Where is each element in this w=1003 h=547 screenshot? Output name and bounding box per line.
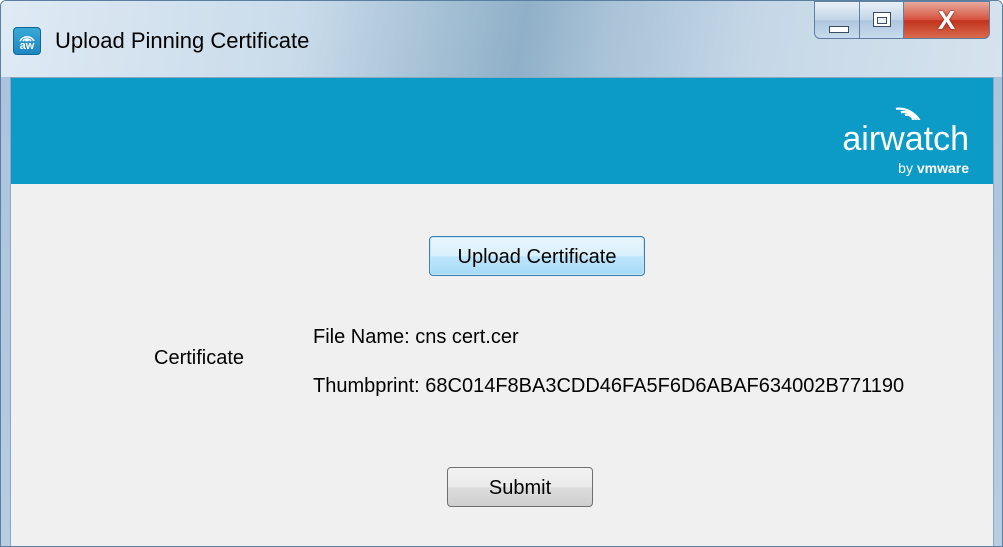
minimize-icon: [829, 26, 849, 33]
minimize-button[interactable]: [814, 1, 860, 39]
file-name-text: File Name: cns cert.cer: [313, 326, 519, 348]
brand-byline: by vmware: [898, 160, 969, 176]
brand-banner: airwatch by vmware: [11, 78, 993, 184]
submit-button[interactable]: Submit: [447, 467, 593, 507]
airwatch-signal-icon: [895, 107, 924, 120]
maximize-icon: [873, 12, 891, 27]
app-icon-text: aw: [19, 40, 35, 52]
close-button[interactable]: X: [904, 1, 990, 39]
upload-pinning-certificate-window: aw Upload Pinning Certificate X airwatch…: [0, 0, 1003, 547]
caption-buttons: X: [814, 1, 990, 41]
maximize-button[interactable]: [860, 1, 904, 39]
thumbprint-text: Thumbprint: 68C014F8BA3CDD46FA5F6D6ABAF6…: [313, 375, 905, 397]
brand-name: airwatch: [842, 120, 969, 158]
dialog-client-area: airwatch by vmware Upload Certificate Ce…: [10, 77, 994, 546]
close-icon: X: [937, 5, 956, 35]
title-bar[interactable]: aw Upload Pinning Certificate X: [1, 1, 1002, 77]
brand-by: by: [898, 160, 917, 176]
airwatch-app-icon[interactable]: aw: [13, 27, 41, 55]
airwatch-logo: airwatch by vmware: [839, 90, 969, 180]
upload-certificate-button[interactable]: Upload Certificate: [429, 236, 645, 276]
certificate-label: Certificate: [154, 347, 245, 369]
window-title: Upload Pinning Certificate: [55, 28, 310, 53]
brand-company: vmware: [916, 160, 969, 176]
